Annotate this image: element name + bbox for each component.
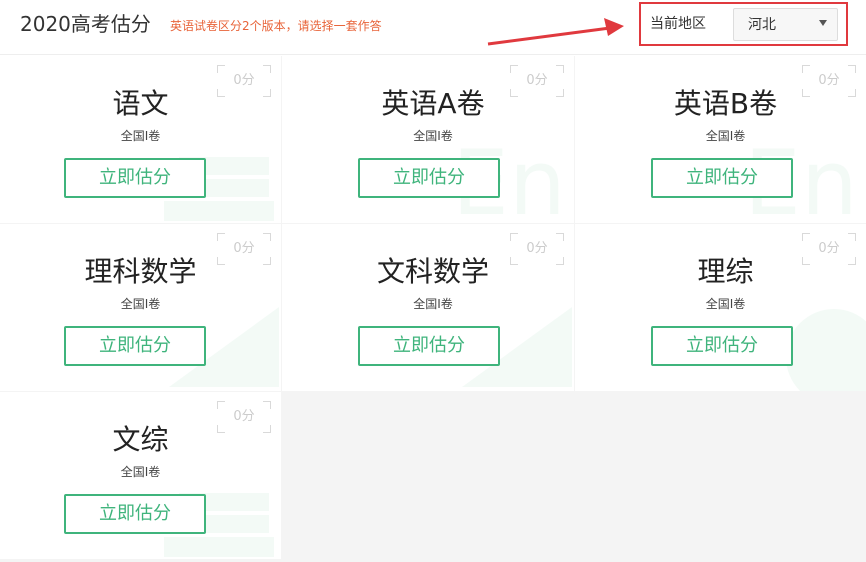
paper-type: 全国I卷	[705, 297, 746, 311]
region-value: 河北	[748, 17, 776, 33]
subject-name: 文科数学	[376, 255, 489, 288]
subject-name: 理科数学	[84, 255, 197, 288]
subject-name: 文综	[112, 423, 169, 456]
paper-type: 全国I卷	[120, 297, 161, 311]
estimate-page: 2020高考估分 英语试卷区分2个版本，请选择一套作答 当前地区 河北 0分 语…	[0, 0, 866, 562]
estimate-button[interactable]: 立即估分	[64, 158, 206, 198]
subject-card: 0分 文科数学 全国I卷 立即估分	[282, 224, 574, 391]
estimate-button[interactable]: 立即估分	[651, 158, 793, 198]
paper-type: 全国I卷	[120, 129, 161, 143]
paper-type: 全国I卷	[413, 297, 453, 311]
subject-name: 语文	[112, 87, 169, 120]
subject-card: 0分 理科数学 全国I卷 立即估分	[0, 224, 281, 391]
subject-card: En 0分 英语B卷 全国I卷 立即估分	[575, 56, 866, 223]
subject-card: En 0分 英语A卷 全国I卷 立即估分	[282, 56, 574, 223]
subject-card: 0分 理综 全国I卷 立即估分	[575, 224, 866, 391]
annotation-arrow	[487, 18, 624, 46]
estimate-button[interactable]: 立即估分	[651, 326, 793, 366]
region-label: 当前地区	[650, 16, 706, 32]
region-select[interactable]: 河北	[733, 8, 838, 41]
subject-card: 0分 文综 全国I卷 立即估分	[0, 392, 281, 559]
subject-card: 0分 语文 全国I卷 立即估分	[0, 56, 281, 223]
paper-type: 全国I卷	[120, 465, 161, 479]
estimate-button[interactable]: 立即估分	[64, 326, 206, 366]
caret-down-icon	[819, 20, 827, 26]
subject-grid: 0分 语文 全国I卷 立即估分 En 0分 英语A卷 全国I卷 立即估分 En	[0, 56, 866, 562]
english-version-notice: 英语试卷区分2个版本，请选择一套作答	[170, 19, 382, 33]
subject-name: 英语A卷	[381, 87, 485, 120]
page-header: 2020高考估分 英语试卷区分2个版本，请选择一套作答 当前地区 河北	[0, 0, 866, 55]
paper-type: 全国I卷	[705, 129, 746, 143]
estimate-button[interactable]: 立即估分	[358, 158, 500, 198]
estimate-button[interactable]: 立即估分	[358, 326, 500, 366]
paper-type: 全国I卷	[413, 129, 453, 143]
estimate-button[interactable]: 立即估分	[64, 494, 206, 534]
subject-name: 理综	[697, 255, 754, 288]
region-highlight-box: 当前地区 河北	[639, 2, 848, 46]
subject-name: 英语B卷	[673, 87, 778, 120]
page-title: 2020高考估分	[20, 12, 151, 36]
